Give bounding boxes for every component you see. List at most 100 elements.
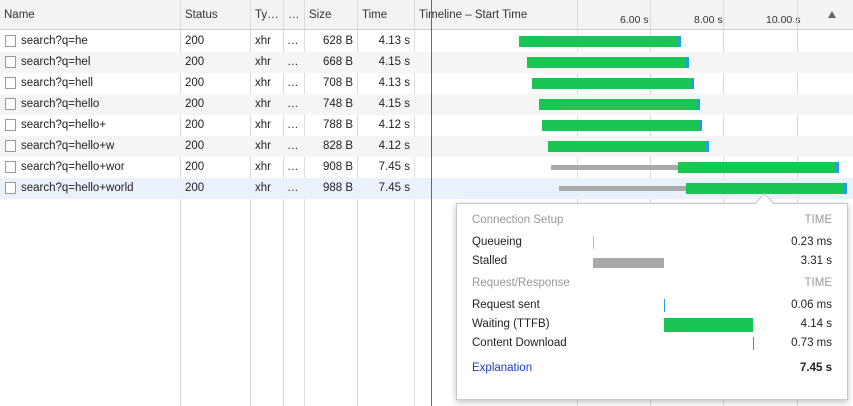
explanation-link[interactable]: Explanation bbox=[472, 362, 532, 374]
file-icon bbox=[5, 161, 16, 173]
request-time: 4.15 s bbox=[378, 56, 410, 68]
waiting-bar bbox=[527, 57, 686, 68]
request-type: xhr bbox=[255, 56, 271, 68]
content-download-value: 0.73 ms bbox=[791, 337, 832, 349]
table-row[interactable]: search?q=he 200 xhr … 628 B 4.13 s bbox=[0, 31, 853, 52]
request-time: 4.13 s bbox=[378, 77, 410, 89]
column-header-size[interactable]: Size bbox=[305, 0, 357, 30]
table-row[interactable]: search?q=hello+world 200 xhr … 988 B 7.4… bbox=[0, 178, 853, 199]
request-initiator: … bbox=[287, 56, 299, 68]
request-type: xhr bbox=[255, 161, 271, 173]
request-status: 200 bbox=[185, 98, 205, 110]
table-row[interactable]: search?q=hello 200 xhr … 748 B 4.15 s bbox=[0, 94, 853, 115]
request-time: 4.15 s bbox=[378, 98, 410, 110]
download-bar bbox=[836, 162, 839, 173]
request-name: search?q=hello+ bbox=[21, 119, 107, 131]
request-name: search?q=hel bbox=[21, 56, 91, 68]
request-sent-value: 0.06 ms bbox=[791, 299, 832, 311]
time-column-header: TIME bbox=[804, 214, 832, 226]
request-name: search?q=hello+world bbox=[21, 182, 134, 194]
download-bar bbox=[691, 78, 694, 89]
column-header-status[interactable]: Status bbox=[181, 0, 249, 30]
table-row[interactable]: search?q=hel 200 xhr … 668 B 4.15 s bbox=[0, 52, 853, 73]
time-column-header: TIME bbox=[804, 277, 832, 289]
file-icon bbox=[5, 140, 16, 152]
triangle-up-icon[interactable] bbox=[828, 11, 836, 18]
download-bar bbox=[699, 120, 702, 131]
download-bar bbox=[697, 99, 700, 110]
request-name: search?q=hell bbox=[21, 77, 93, 89]
request-initiator: … bbox=[287, 161, 299, 173]
waiting-bar bbox=[678, 162, 836, 173]
request-size: 628 B bbox=[322, 35, 353, 47]
request-status: 200 bbox=[185, 77, 205, 89]
waiting-bar bbox=[686, 183, 844, 194]
request-initiator: … bbox=[287, 98, 299, 110]
file-icon bbox=[5, 182, 16, 194]
stalled-bar bbox=[551, 165, 678, 170]
request-name: search?q=he bbox=[21, 35, 88, 47]
queueing-label: Queueing bbox=[472, 236, 522, 248]
request-time: 4.13 s bbox=[378, 35, 410, 47]
waiting-bar bbox=[532, 78, 691, 89]
waiting-label: Waiting (TTFB) bbox=[472, 318, 550, 330]
content-download-bar bbox=[753, 337, 754, 350]
download-bar bbox=[844, 183, 847, 194]
request-sent-label: Request sent bbox=[472, 299, 540, 311]
request-size: 788 B bbox=[322, 119, 353, 131]
request-type: xhr bbox=[255, 140, 271, 152]
column-header-type[interactable]: Ty… bbox=[251, 0, 283, 30]
request-time: 4.12 s bbox=[378, 140, 410, 152]
file-icon bbox=[5, 56, 16, 68]
table-row[interactable]: search?q=hello+ 200 xhr … 788 B 4.12 s bbox=[0, 115, 853, 136]
request-status: 200 bbox=[185, 140, 205, 152]
timing-popup: Connection Setup TIME Queueing 0.23 ms S… bbox=[456, 203, 848, 400]
request-sent-bar bbox=[664, 299, 665, 312]
request-response-header: Request/Response bbox=[472, 277, 570, 289]
request-size: 708 B bbox=[322, 77, 353, 89]
total-time-value: 7.45 s bbox=[800, 362, 832, 374]
request-type: xhr bbox=[255, 182, 271, 194]
request-size: 828 B bbox=[322, 140, 353, 152]
table-row[interactable]: search?q=hello+w 200 xhr … 828 B 4.12 s bbox=[0, 136, 853, 157]
column-header-name[interactable]: Name bbox=[0, 0, 180, 30]
request-name: search?q=hello+wor bbox=[21, 161, 125, 173]
request-initiator: … bbox=[287, 182, 299, 194]
table-row[interactable]: search?q=hell 200 xhr … 708 B 4.13 s bbox=[0, 73, 853, 94]
request-time: 7.45 s bbox=[378, 161, 410, 173]
waiting-bar bbox=[542, 120, 699, 131]
request-type: xhr bbox=[255, 119, 271, 131]
stalled-value: 3.31 s bbox=[800, 255, 832, 267]
column-header-time[interactable]: Time bbox=[358, 0, 415, 30]
stalled-bar bbox=[593, 258, 664, 268]
stalled-bar bbox=[559, 186, 686, 191]
request-name: search?q=hello+w bbox=[21, 140, 115, 152]
download-bar bbox=[706, 141, 709, 152]
request-type: xhr bbox=[255, 35, 271, 47]
queueing-value: 0.23 ms bbox=[791, 236, 832, 248]
request-name: search?q=hello bbox=[21, 98, 100, 110]
connection-setup-header: Connection Setup bbox=[472, 214, 564, 226]
file-icon bbox=[5, 77, 16, 89]
download-bar bbox=[686, 57, 689, 68]
column-header-timeline[interactable]: Timeline – Start Time bbox=[415, 0, 585, 30]
table-header: Name Status Ty… … Size Time Timeline – S… bbox=[0, 0, 853, 30]
load-event-line bbox=[431, 0, 432, 406]
column-header-initiator[interactable]: … bbox=[284, 0, 304, 30]
content-download-label: Content Download bbox=[472, 337, 567, 349]
request-status: 200 bbox=[185, 35, 205, 47]
request-status: 200 bbox=[185, 161, 205, 173]
request-initiator: … bbox=[287, 77, 299, 89]
request-size: 668 B bbox=[322, 56, 353, 68]
waiting-bar bbox=[519, 36, 678, 47]
request-time: 4.12 s bbox=[378, 119, 410, 131]
file-icon bbox=[5, 98, 16, 110]
queueing-bar bbox=[593, 236, 594, 249]
request-initiator: … bbox=[287, 35, 299, 47]
request-initiator: … bbox=[287, 140, 299, 152]
waiting-bar bbox=[539, 99, 697, 110]
waiting-bar bbox=[548, 141, 706, 152]
table-row[interactable]: search?q=hello+wor 200 xhr … 908 B 7.45 … bbox=[0, 157, 853, 178]
file-icon bbox=[5, 35, 16, 47]
request-initiator: … bbox=[287, 119, 299, 131]
